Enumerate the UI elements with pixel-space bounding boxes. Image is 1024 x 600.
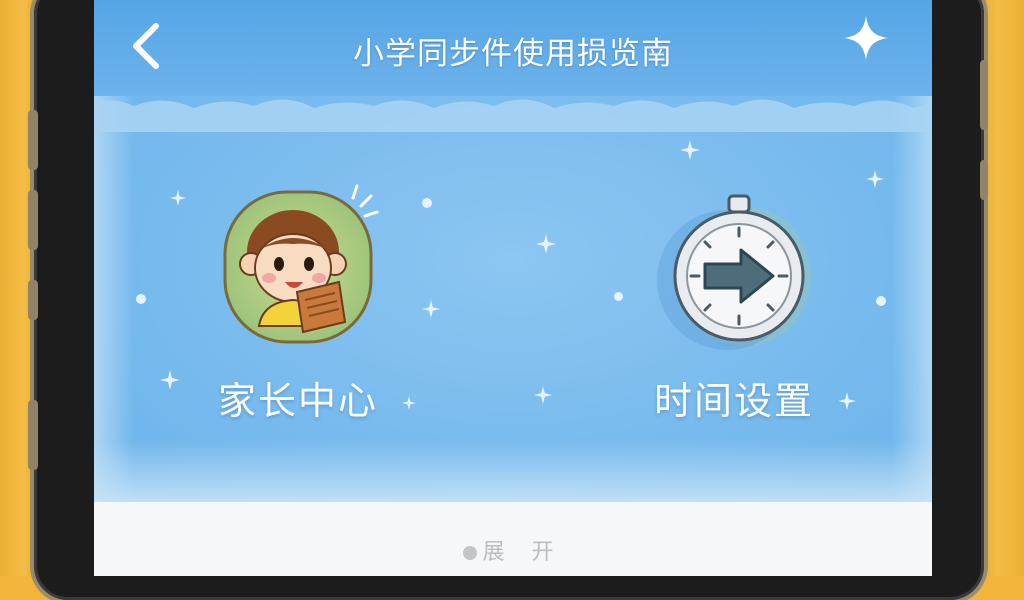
star-icon — [536, 234, 556, 254]
app-screen: 小学同步件使用损览南 家长中心 时间设置 展 开 — [94, 0, 932, 576]
dot-sparkle — [876, 296, 886, 306]
star-icon — [170, 190, 186, 206]
footer-bar: 展 开 — [94, 502, 932, 576]
sparkle-button[interactable] — [840, 12, 892, 64]
expand-button[interactable]: 展 开 — [94, 534, 932, 566]
cloud-border — [94, 99, 932, 132]
star-icon — [422, 300, 440, 318]
dot-sparkle — [614, 292, 623, 301]
phone-side-button — [28, 190, 38, 250]
phone-side-button — [28, 280, 38, 320]
page-title: 小学同步件使用损览南 — [353, 36, 673, 72]
parent-center-button[interactable]: 家长中心 — [188, 176, 408, 425]
star-icon — [160, 370, 180, 390]
panel-fade — [94, 440, 932, 502]
phone-side-button — [28, 400, 38, 470]
time-setting-button[interactable]: 时间设置 — [624, 176, 844, 425]
header-bar: 小学同步件使用损览南 — [94, 0, 932, 104]
sparkle-icon — [844, 16, 888, 60]
expand-icon — [462, 546, 477, 560]
phone-side-button — [980, 60, 988, 130]
child-reading-icon — [223, 184, 379, 344]
phone-side-button — [980, 160, 988, 200]
phone-side-button — [28, 110, 38, 170]
time-setting-label: 时间设置 — [653, 379, 814, 423]
dot-sparkle — [136, 294, 146, 304]
parent-center-label: 家长中心 — [217, 379, 378, 423]
expand-label: 展 开 — [482, 540, 564, 565]
star-icon — [680, 140, 700, 160]
dot-sparkle — [422, 198, 432, 208]
stopwatch-arrow-icon — [657, 194, 811, 350]
star-icon — [534, 386, 552, 404]
star-icon — [866, 170, 884, 188]
